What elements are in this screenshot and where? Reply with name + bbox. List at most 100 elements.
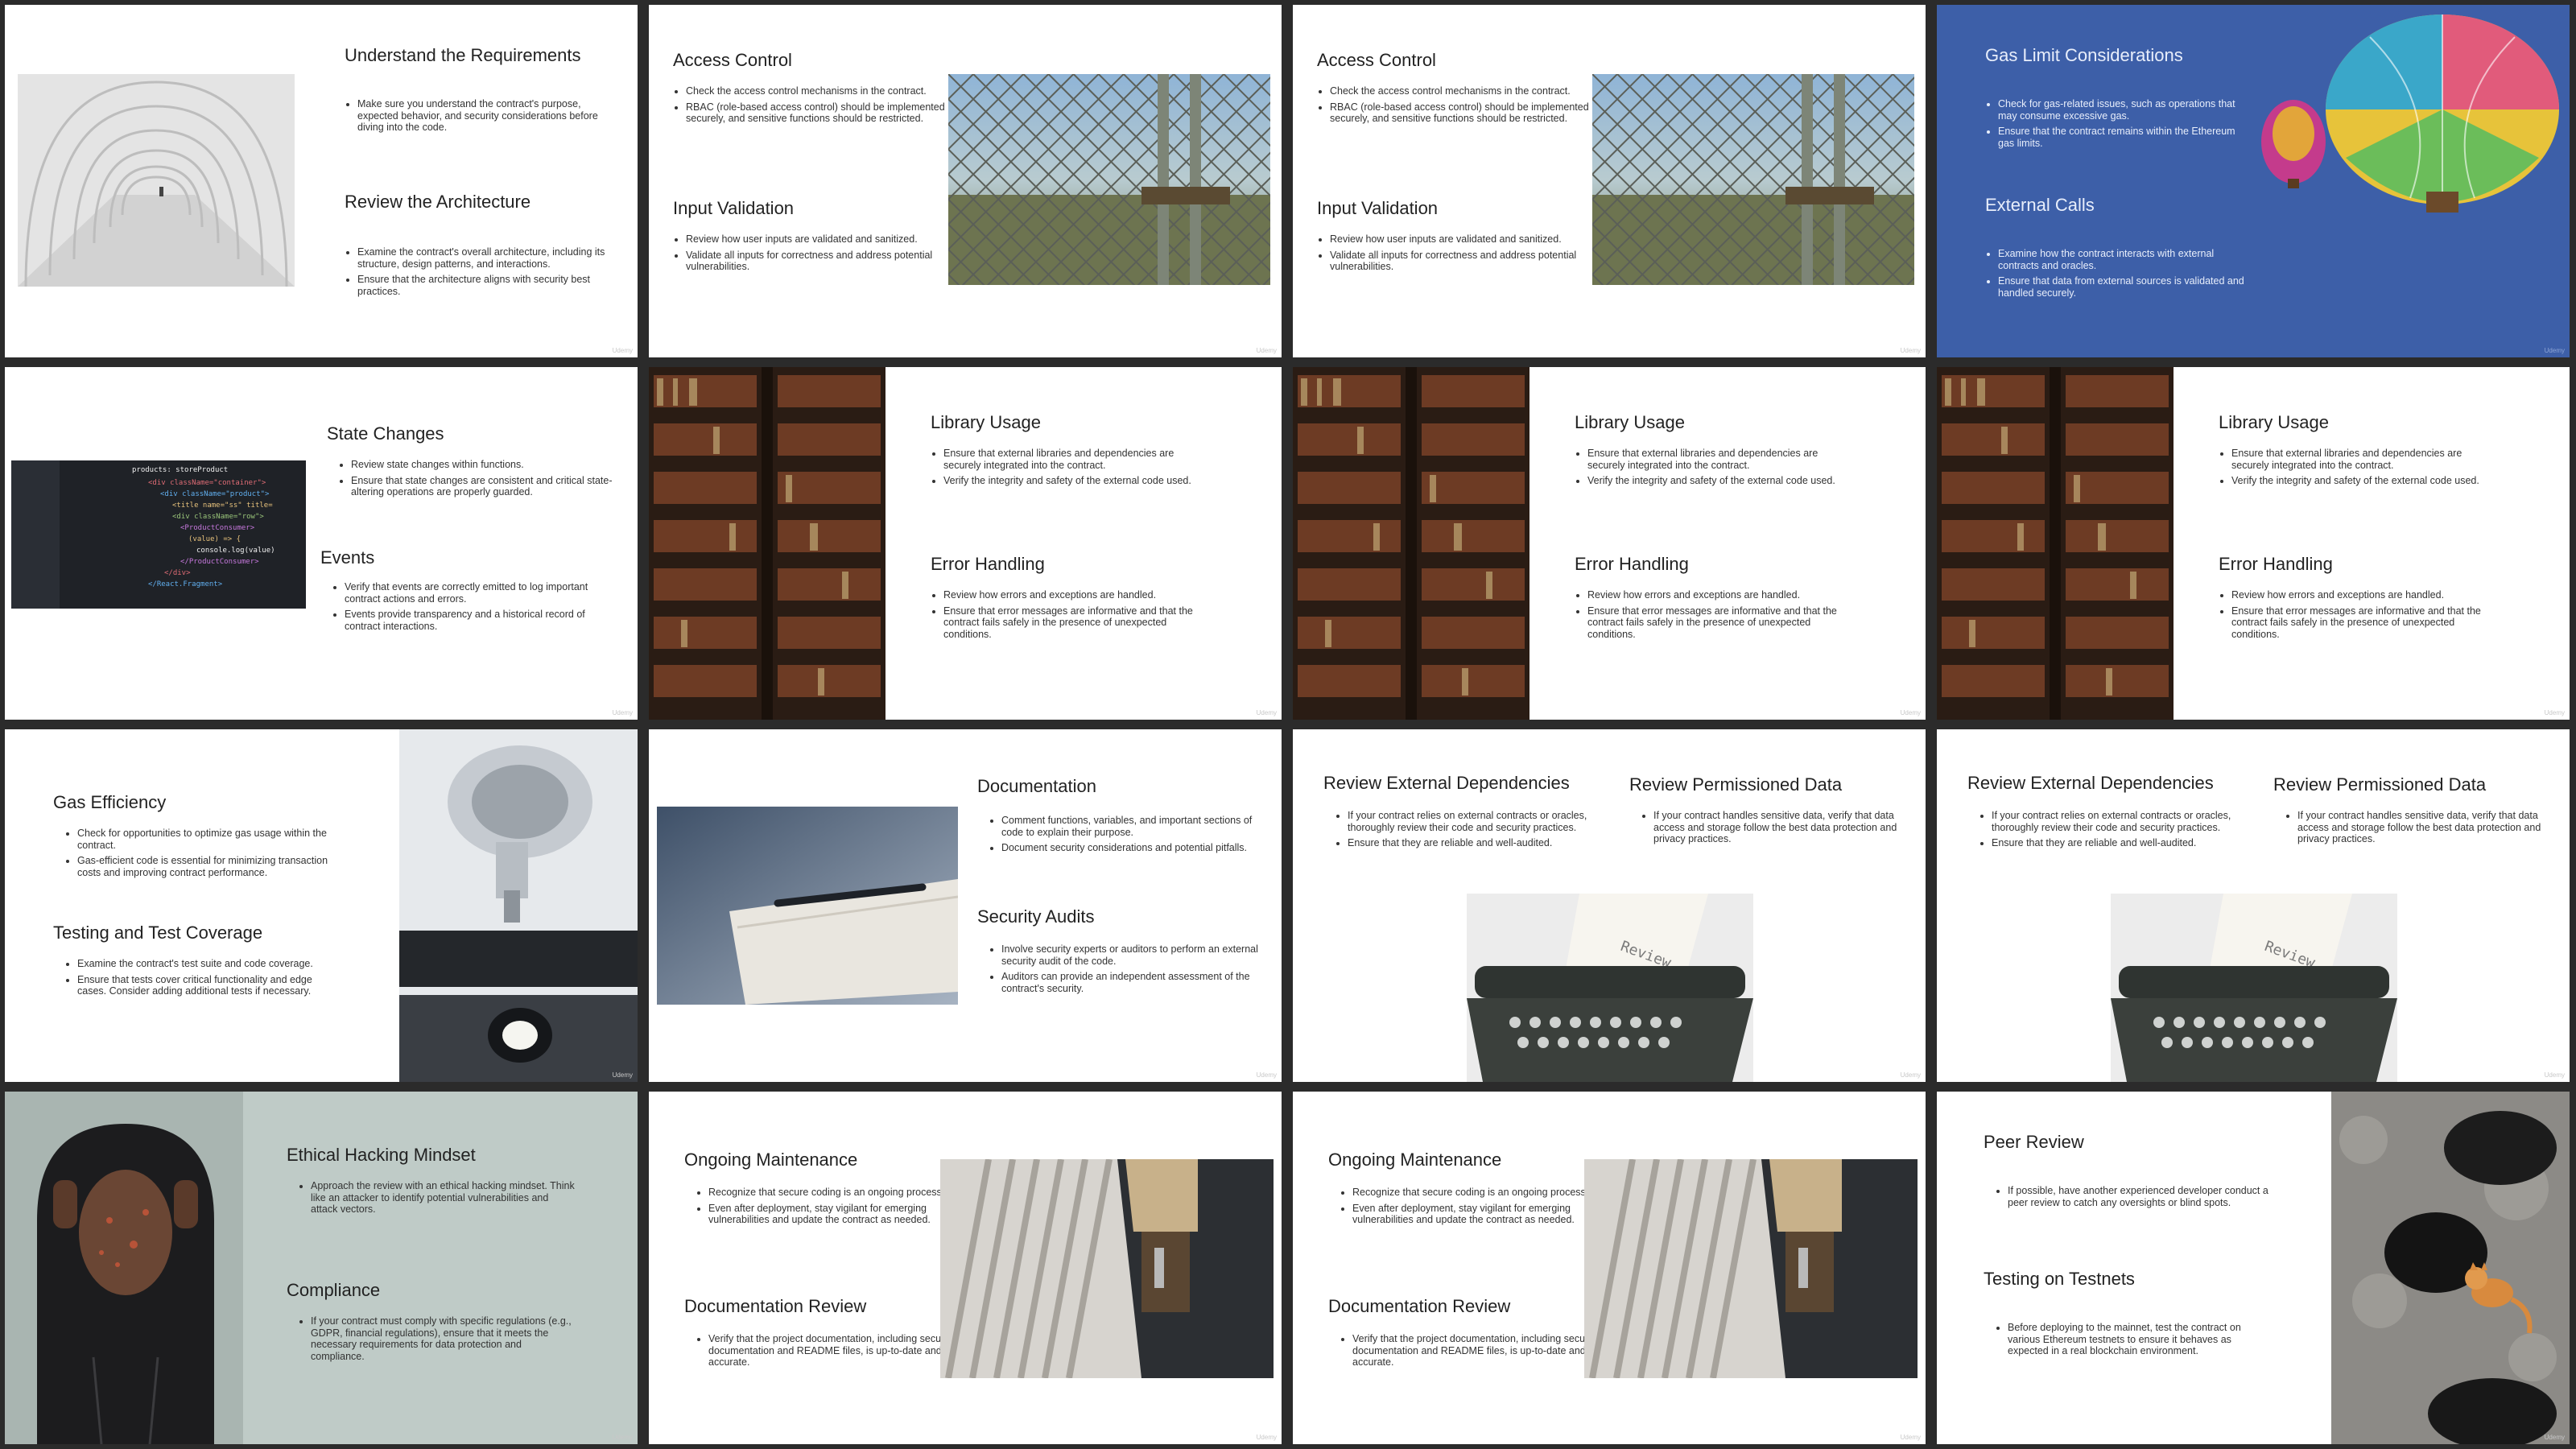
heading-2: Review Permissioned Data	[1629, 774, 1843, 795]
bullet: Examine how the contract interacts with …	[1998, 248, 2248, 271]
heading-1: Understand the Requirements	[345, 45, 581, 65]
heading-2: Input Validation	[673, 198, 795, 218]
slide-thumbnail-16[interactable]: Peer Review If possible, have another ex…	[1937, 1092, 2570, 1444]
bullet-list-1: Review state changes within functions. E…	[338, 459, 617, 502]
heading-2: Review Permissioned Data	[2273, 774, 2487, 795]
slide-thumbnail-8[interactable]: Library Usage Ensure that external libra…	[1937, 367, 2570, 720]
bullet: Review how errors and exceptions are han…	[1587, 589, 1845, 601]
slide-thumbnail-4[interactable]: Gas Limit Considerations Check for gas-r…	[1937, 5, 2570, 357]
hot-air-balloon-image	[2249, 5, 2570, 222]
bullet: Ensure that tests cover critical functio…	[77, 974, 335, 997]
slide-thumbnail-6[interactable]: Library Usage Ensure that external libra…	[649, 367, 1282, 720]
heading-1: Ongoing Maintenance	[684, 1150, 858, 1170]
bullet: If your contract relies on external cont…	[1992, 810, 2257, 833]
svg-text:<div className="product">: <div className="product">	[160, 490, 270, 498]
heading-1: Gas Efficiency	[53, 792, 167, 812]
svg-text:</div>: </div>	[164, 569, 191, 577]
watermark: Udemy	[2544, 347, 2565, 354]
bullet: Review how user inputs are validated and…	[1330, 233, 1604, 246]
slide-thumbnail-7[interactable]: Library Usage Ensure that external libra…	[1293, 367, 1926, 720]
bullet-list-1: Check for opportunities to optimize gas …	[64, 828, 335, 882]
bullet-list-1: If possible, have another experienced de…	[1995, 1185, 2273, 1212]
typewriter-image: Review	[2111, 894, 2397, 1082]
slide-thumbnail-11[interactable]: Review External Dependencies If your con…	[1293, 729, 1926, 1082]
bookshelf-image	[1293, 367, 1530, 720]
bullet: If your contract handles sensitive data,…	[2297, 810, 2563, 845]
bullet: Recognize that secure coding is an ongoi…	[1352, 1187, 1610, 1199]
bullet: Examine the contract's test suite and co…	[77, 958, 335, 970]
bullet-list-1: Approach the review with an ethical hack…	[298, 1180, 576, 1220]
bullet: Ensure that external libraries and depen…	[2231, 448, 2489, 471]
bullet: Verify that the project documentation, i…	[1352, 1333, 1610, 1368]
hooded-person-image	[5, 1092, 243, 1444]
bullet: Recognize that secure coding is an ongoi…	[708, 1187, 966, 1199]
bullet: Verify that the project documentation, i…	[708, 1333, 966, 1368]
bookshelf-image	[649, 367, 886, 720]
bullet: Comment functions, variables, and import…	[1001, 815, 1267, 838]
watermark: Udemy	[1900, 1434, 1921, 1441]
bullet-list-2: If your contract handles sensitive data,…	[2285, 810, 2563, 849]
watermark: Udemy	[612, 1434, 633, 1441]
slide-thumbnail-1[interactable]: Understand the Requirements Make sure yo…	[5, 5, 638, 357]
slide-thumbnail-10[interactable]: Documentation Comment functions, variabl…	[649, 729, 1282, 1082]
svg-text:products: storeProduct: products: storeProduct	[132, 466, 228, 474]
bullet: Verify that events are correctly emitted…	[345, 581, 610, 605]
bullet: RBAC (role-based access control) should …	[1330, 101, 1604, 125]
bullet-list-2: Review how user inputs are validated and…	[1317, 233, 1604, 277]
heading-2: Error Handling	[1575, 554, 1689, 574]
bookshelf-image	[1937, 367, 2174, 720]
bullet-list-2: If your contract must comply with specif…	[298, 1315, 576, 1366]
bullet-list-1: Ensure that external libraries and depen…	[931, 448, 1201, 491]
bullet: If possible, have another experienced de…	[2008, 1185, 2273, 1208]
bullet: Check the access control mechanisms in t…	[1330, 85, 1604, 97]
bullet: Approach the review with an ethical hack…	[311, 1180, 576, 1216]
bullet-list-2: Review how errors and exceptions are han…	[1575, 589, 1845, 644]
slide-thumbnail-13[interactable]: Ethical Hacking Mindset Approach the rev…	[5, 1092, 638, 1444]
heading-2: Compliance	[287, 1280, 381, 1300]
bullet-list-2: Involve security experts or auditors to …	[989, 943, 1267, 998]
bullet: Document security considerations and pot…	[1001, 842, 1267, 854]
heading-1: Gas Limit Considerations	[1985, 45, 2183, 65]
bullet-list-2: Verify that the project documentation, i…	[696, 1333, 966, 1373]
heading-1: Access Control	[673, 50, 792, 70]
bullet-list-1: Ensure that external libraries and depen…	[2219, 448, 2489, 491]
heading-1: Review External Dependencies	[1967, 773, 2214, 793]
watermark: Udemy	[1900, 709, 1921, 716]
heading-2: Error Handling	[2219, 554, 2333, 574]
watermark: Udemy	[1256, 1434, 1277, 1441]
slide-thumbnail-15[interactable]: Ongoing Maintenance Recognize that secur…	[1293, 1092, 1926, 1444]
bullet-list-1: Check the access control mechanisms in t…	[1317, 85, 1604, 129]
bullet: Check for opportunities to optimize gas …	[77, 828, 335, 851]
bullet: If your contract must comply with specif…	[311, 1315, 576, 1362]
heading-1: Peer Review	[1984, 1132, 2084, 1152]
bullet: Even after deployment, stay vigilant for…	[1352, 1203, 1610, 1226]
heading-1: Documentation	[977, 776, 1096, 796]
svg-text:<ProductConsumer>: <ProductConsumer>	[180, 524, 255, 532]
bullet-list-2: Verify that events are correctly emitted…	[332, 581, 610, 636]
heading-1: Library Usage	[931, 412, 1041, 432]
watermark: Udemy	[2544, 1434, 2565, 1441]
svg-text:<title name="ss" title=: <title name="ss" title=	[172, 502, 273, 510]
bullet-list-2: Review how user inputs are validated and…	[673, 233, 960, 277]
bullet: Check the access control mechanisms in t…	[686, 85, 960, 97]
bullet: Review how user inputs are validated and…	[686, 233, 960, 246]
slide-thumbnail-12[interactable]: Review External Dependencies If your con…	[1937, 729, 2570, 1082]
watermark: Udemy	[612, 709, 633, 716]
bullet: Examine the contract's overall architect…	[357, 246, 615, 270]
slide-thumbnail-2[interactable]: Access Control Check the access control …	[649, 5, 1282, 357]
bullet: Auditors can provide an independent asse…	[1001, 971, 1267, 994]
slide-thumbnail-3[interactable]: Access Control Check the access control …	[1293, 5, 1926, 357]
bullet: Make sure you understand the contract's …	[357, 98, 615, 134]
bullet: Ensure that external libraries and depen…	[943, 448, 1201, 471]
bullet: If your contract relies on external cont…	[1348, 810, 1613, 833]
bullet: Review state changes within functions.	[351, 459, 617, 471]
slide-thumbnail-14[interactable]: Ongoing Maintenance Recognize that secur…	[649, 1092, 1282, 1444]
slide-thumbnail-5[interactable]: products: storeProduct <div className="c…	[5, 367, 638, 720]
code-editor-image: products: storeProduct <div className="c…	[11, 460, 306, 609]
worker-tools-image	[940, 1159, 1274, 1378]
slide-thumbnail-9[interactable]: Gas Efficiency Check for opportunities t…	[5, 729, 638, 1082]
bullet: Verify the integrity and safety of the e…	[2231, 475, 2489, 487]
bullet: Before deploying to the mainnet, test th…	[2008, 1322, 2273, 1357]
heading-2: Documentation Review	[684, 1296, 867, 1316]
hallway-image	[18, 74, 295, 287]
